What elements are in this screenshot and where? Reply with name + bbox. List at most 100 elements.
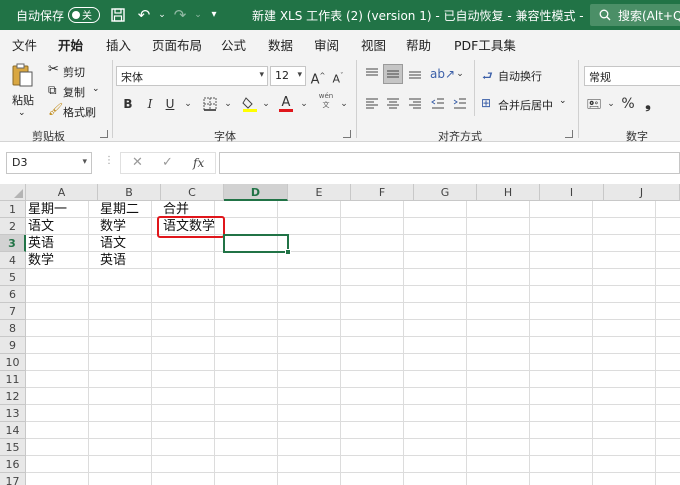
column-header-a[interactable]: A bbox=[26, 184, 98, 201]
cell-a4[interactable]: 数学 bbox=[26, 252, 54, 269]
font-color-dropdown-icon[interactable]: ⌄ bbox=[294, 94, 314, 114]
undo-dropdown-icon[interactable]: ⌄ bbox=[152, 5, 172, 25]
decrease-indent-icon[interactable] bbox=[428, 94, 448, 114]
underline-button[interactable]: U bbox=[160, 94, 180, 114]
row-header-11[interactable]: 11 bbox=[0, 371, 26, 388]
row-header-5[interactable]: 5 bbox=[0, 269, 26, 286]
align-bottom-icon[interactable] bbox=[405, 64, 425, 84]
row-header-4[interactable]: 4 bbox=[0, 252, 26, 269]
merge-dropdown-icon[interactable]: ⌄ bbox=[559, 96, 567, 106]
percent-style-icon[interactable]: % bbox=[618, 94, 638, 114]
row-header-6[interactable]: 6 bbox=[0, 286, 26, 303]
orientation-icon[interactable]: ab↗ bbox=[430, 64, 455, 84]
wrap-text-label[interactable]: 自动换行 bbox=[498, 68, 542, 84]
tab-home[interactable]: 开始 bbox=[58, 35, 84, 59]
increase-font-size-icon[interactable]: A^ bbox=[308, 66, 328, 87]
cut-label[interactable]: 剪切 bbox=[63, 64, 85, 80]
name-box[interactable]: D3 ▾ bbox=[6, 152, 92, 174]
tab-review[interactable]: 审阅 bbox=[314, 35, 339, 54]
cell-a1[interactable]: 星期一 bbox=[26, 201, 67, 218]
cell-b2[interactable]: 数学 bbox=[98, 218, 126, 235]
alignment-launcher-icon[interactable] bbox=[565, 130, 573, 138]
align-left-icon[interactable] bbox=[362, 94, 382, 114]
align-center-icon[interactable] bbox=[383, 94, 403, 114]
formula-input[interactable] bbox=[219, 152, 680, 174]
insert-function-icon[interactable]: fx bbox=[193, 156, 204, 170]
column-header-h[interactable]: H bbox=[477, 184, 540, 201]
tab-formulas[interactable]: 公式 bbox=[221, 35, 246, 54]
comma-style-icon[interactable]: ❟ bbox=[638, 94, 658, 114]
fill-color-dropdown-icon[interactable]: ⌄ bbox=[256, 94, 276, 114]
row-header-1[interactable]: 1 bbox=[0, 201, 26, 218]
align-right-icon[interactable] bbox=[405, 94, 425, 114]
phonetic-guide-icon[interactable]: wén 文 bbox=[316, 92, 336, 112]
tab-file[interactable]: 文件 bbox=[12, 35, 37, 54]
align-top-icon[interactable] bbox=[362, 64, 382, 84]
column-header-c[interactable]: C bbox=[161, 184, 224, 201]
merge-center-label[interactable]: 合并后居中 bbox=[498, 97, 553, 113]
row-header-8[interactable]: 8 bbox=[0, 320, 26, 337]
decrease-font-size-icon[interactable]: Aˇ bbox=[328, 66, 348, 86]
phonetic-dropdown-icon[interactable]: ⌄ bbox=[334, 94, 354, 114]
search-box[interactable]: 搜索(Alt+Q) bbox=[590, 4, 680, 26]
tab-insert[interactable]: 插入 bbox=[106, 35, 131, 54]
row-header-16[interactable]: 16 bbox=[0, 456, 26, 473]
tab-page-layout[interactable]: 页面布局 bbox=[152, 35, 202, 54]
save-icon[interactable] bbox=[108, 5, 128, 25]
customize-toolbar-icon[interactable]: ▾ bbox=[204, 5, 224, 25]
borders-icon[interactable] bbox=[200, 94, 220, 114]
increase-indent-icon[interactable] bbox=[450, 94, 470, 114]
font-size-select[interactable]: 12 ▾ bbox=[270, 66, 306, 86]
italic-button[interactable]: I bbox=[140, 94, 160, 114]
tab-help[interactable]: 帮助 bbox=[406, 35, 431, 54]
column-header-d[interactable]: D bbox=[224, 184, 288, 201]
copy-icon[interactable]: ⧉ bbox=[48, 83, 57, 98]
copy-dropdown-icon[interactable]: ⌄ bbox=[92, 84, 100, 94]
paste-dropdown-icon[interactable]: ⌄ bbox=[18, 108, 26, 118]
format-painter-icon[interactable]: 🖌 bbox=[48, 102, 63, 116]
row-header-12[interactable]: 12 bbox=[0, 388, 26, 405]
number-format-select[interactable]: 常规 bbox=[584, 66, 680, 86]
row-header-17[interactable]: 17 bbox=[0, 473, 26, 485]
row-header-2[interactable]: 2 bbox=[0, 218, 26, 235]
row-header-7[interactable]: 7 bbox=[0, 303, 26, 320]
autosave-toggle[interactable]: 关 bbox=[68, 7, 100, 23]
format-painter-label[interactable]: 格式刷 bbox=[63, 104, 96, 120]
select-all-corner[interactable] bbox=[0, 184, 26, 201]
copy-label[interactable]: 复制 bbox=[63, 84, 85, 100]
align-middle-icon[interactable] bbox=[383, 64, 403, 84]
borders-dropdown-icon[interactable]: ⌄ bbox=[218, 94, 238, 114]
tab-pdf-tools[interactable]: PDF工具集 bbox=[454, 35, 516, 54]
tab-data[interactable]: 数据 bbox=[268, 35, 293, 54]
row-header-14[interactable]: 14 bbox=[0, 422, 26, 439]
active-cell-selection[interactable] bbox=[223, 234, 291, 255]
row-header-3[interactable]: 3 bbox=[0, 235, 26, 252]
cell-a2[interactable]: 语文 bbox=[26, 218, 54, 235]
paste-icon[interactable] bbox=[10, 62, 34, 88]
font-color-icon[interactable]: A bbox=[276, 92, 296, 112]
enter-icon[interactable]: ✓ bbox=[162, 155, 173, 170]
row-header-15[interactable]: 15 bbox=[0, 439, 26, 456]
column-header-g[interactable]: G bbox=[414, 184, 477, 201]
orientation-dropdown-icon[interactable]: ⌄ bbox=[450, 64, 470, 84]
row-header-10[interactable]: 10 bbox=[0, 354, 26, 371]
column-header-e[interactable]: E bbox=[288, 184, 351, 201]
underline-dropdown-icon[interactable]: ⌄ bbox=[178, 94, 198, 114]
clipboard-launcher-icon[interactable] bbox=[100, 130, 108, 138]
column-header-f[interactable]: F bbox=[351, 184, 414, 201]
cell-a3[interactable]: 英语 bbox=[26, 235, 54, 252]
wrap-text-icon[interactable]: ⮐ bbox=[482, 67, 493, 88]
row-header-13[interactable]: 13 bbox=[0, 405, 26, 422]
redo-icon[interactable]: ↷ bbox=[170, 5, 190, 25]
resize-handle-icon[interactable]: ⋮ bbox=[104, 155, 114, 166]
column-header-j[interactable]: J bbox=[604, 184, 680, 201]
tab-view[interactable]: 视图 bbox=[361, 35, 386, 54]
row-header-9[interactable]: 9 bbox=[0, 337, 26, 354]
cell-b4[interactable]: 英语 bbox=[98, 252, 126, 269]
column-header-b[interactable]: B bbox=[98, 184, 161, 201]
font-name-select[interactable]: 宋体 ▾ bbox=[116, 66, 268, 86]
cell-b3[interactable]: 语文 bbox=[98, 235, 126, 252]
font-launcher-icon[interactable] bbox=[343, 130, 351, 138]
paste-label[interactable]: 粘贴 bbox=[12, 92, 34, 108]
cell-b1[interactable]: 星期二 bbox=[98, 201, 139, 218]
